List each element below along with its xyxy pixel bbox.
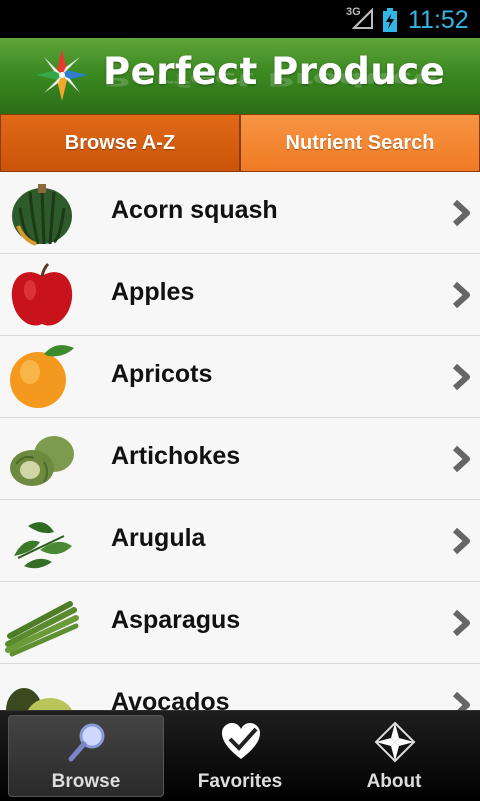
produce-list: Acorn squash Apples Apricots Artichokes …: [0, 172, 480, 710]
item-label: Arugula: [111, 524, 206, 552]
asparagus-image: [5, 601, 79, 657]
chevron-right-icon: [452, 281, 470, 309]
item-label: Avocados: [111, 688, 230, 710]
list-item-asparagus[interactable]: Asparagus: [0, 582, 480, 664]
artichoke-image: [10, 436, 74, 486]
tab-nutrient-search[interactable]: Nutrient Search: [240, 114, 480, 172]
compass-star-icon: [36, 49, 88, 101]
chevron-right-icon: [452, 363, 470, 391]
apple-image: [11, 262, 73, 326]
chevron-right-icon: [452, 527, 470, 555]
magnifier-icon: [68, 723, 105, 762]
list-item-avocados[interactable]: Avocados: [0, 664, 480, 710]
arugula-image: [14, 522, 72, 569]
nav-browse[interactable]: Browse: [8, 715, 164, 797]
clock: 11:52: [408, 6, 469, 34]
item-label: Acorn squash: [111, 196, 278, 224]
app-header: Perfect Produce Perfect Produce: [0, 38, 480, 115]
avocado-image: [6, 688, 72, 710]
chevron-right-icon: [452, 609, 470, 637]
heart-check-icon: [222, 723, 260, 759]
chevron-right-icon: [452, 445, 470, 473]
item-label: Asparagus: [111, 606, 241, 634]
acorn-squash-image: [12, 184, 72, 246]
list-item-arugula[interactable]: Arugula: [0, 500, 480, 582]
compass-star-icon: [374, 721, 416, 763]
chevron-right-icon: [452, 691, 470, 710]
item-label: Apples: [111, 278, 195, 306]
chevron-right-icon: [452, 199, 470, 227]
list-item-acorn-squash[interactable]: Acorn squash: [0, 172, 480, 254]
signal-icon: [352, 7, 373, 29]
tab-browse-a-z[interactable]: Browse A-Z: [0, 114, 240, 172]
nav-label: Browse: [51, 771, 121, 792]
list-item-apricots[interactable]: Apricots: [0, 336, 480, 418]
item-label: Artichokes: [111, 442, 241, 470]
nav-label: Favorites: [197, 771, 283, 792]
item-label: Apricots: [111, 360, 213, 388]
apricot-image: [10, 345, 74, 408]
nav-about[interactable]: About: [316, 715, 472, 797]
list-item-artichokes[interactable]: Artichokes: [0, 418, 480, 500]
nav-favorites[interactable]: Favorites: [162, 715, 318, 797]
bottom-nav: Browse Favorites About: [0, 710, 480, 801]
tab-row: Browse A-Z Nutrient Search: [0, 114, 480, 172]
status-bar: 3G 11:52: [0, 0, 480, 38]
list-item-apples[interactable]: Apples: [0, 254, 480, 336]
nav-label: About: [366, 771, 422, 792]
battery-charging-icon: [383, 8, 397, 32]
app-title-reflection: Perfect Produce: [103, 68, 438, 91]
